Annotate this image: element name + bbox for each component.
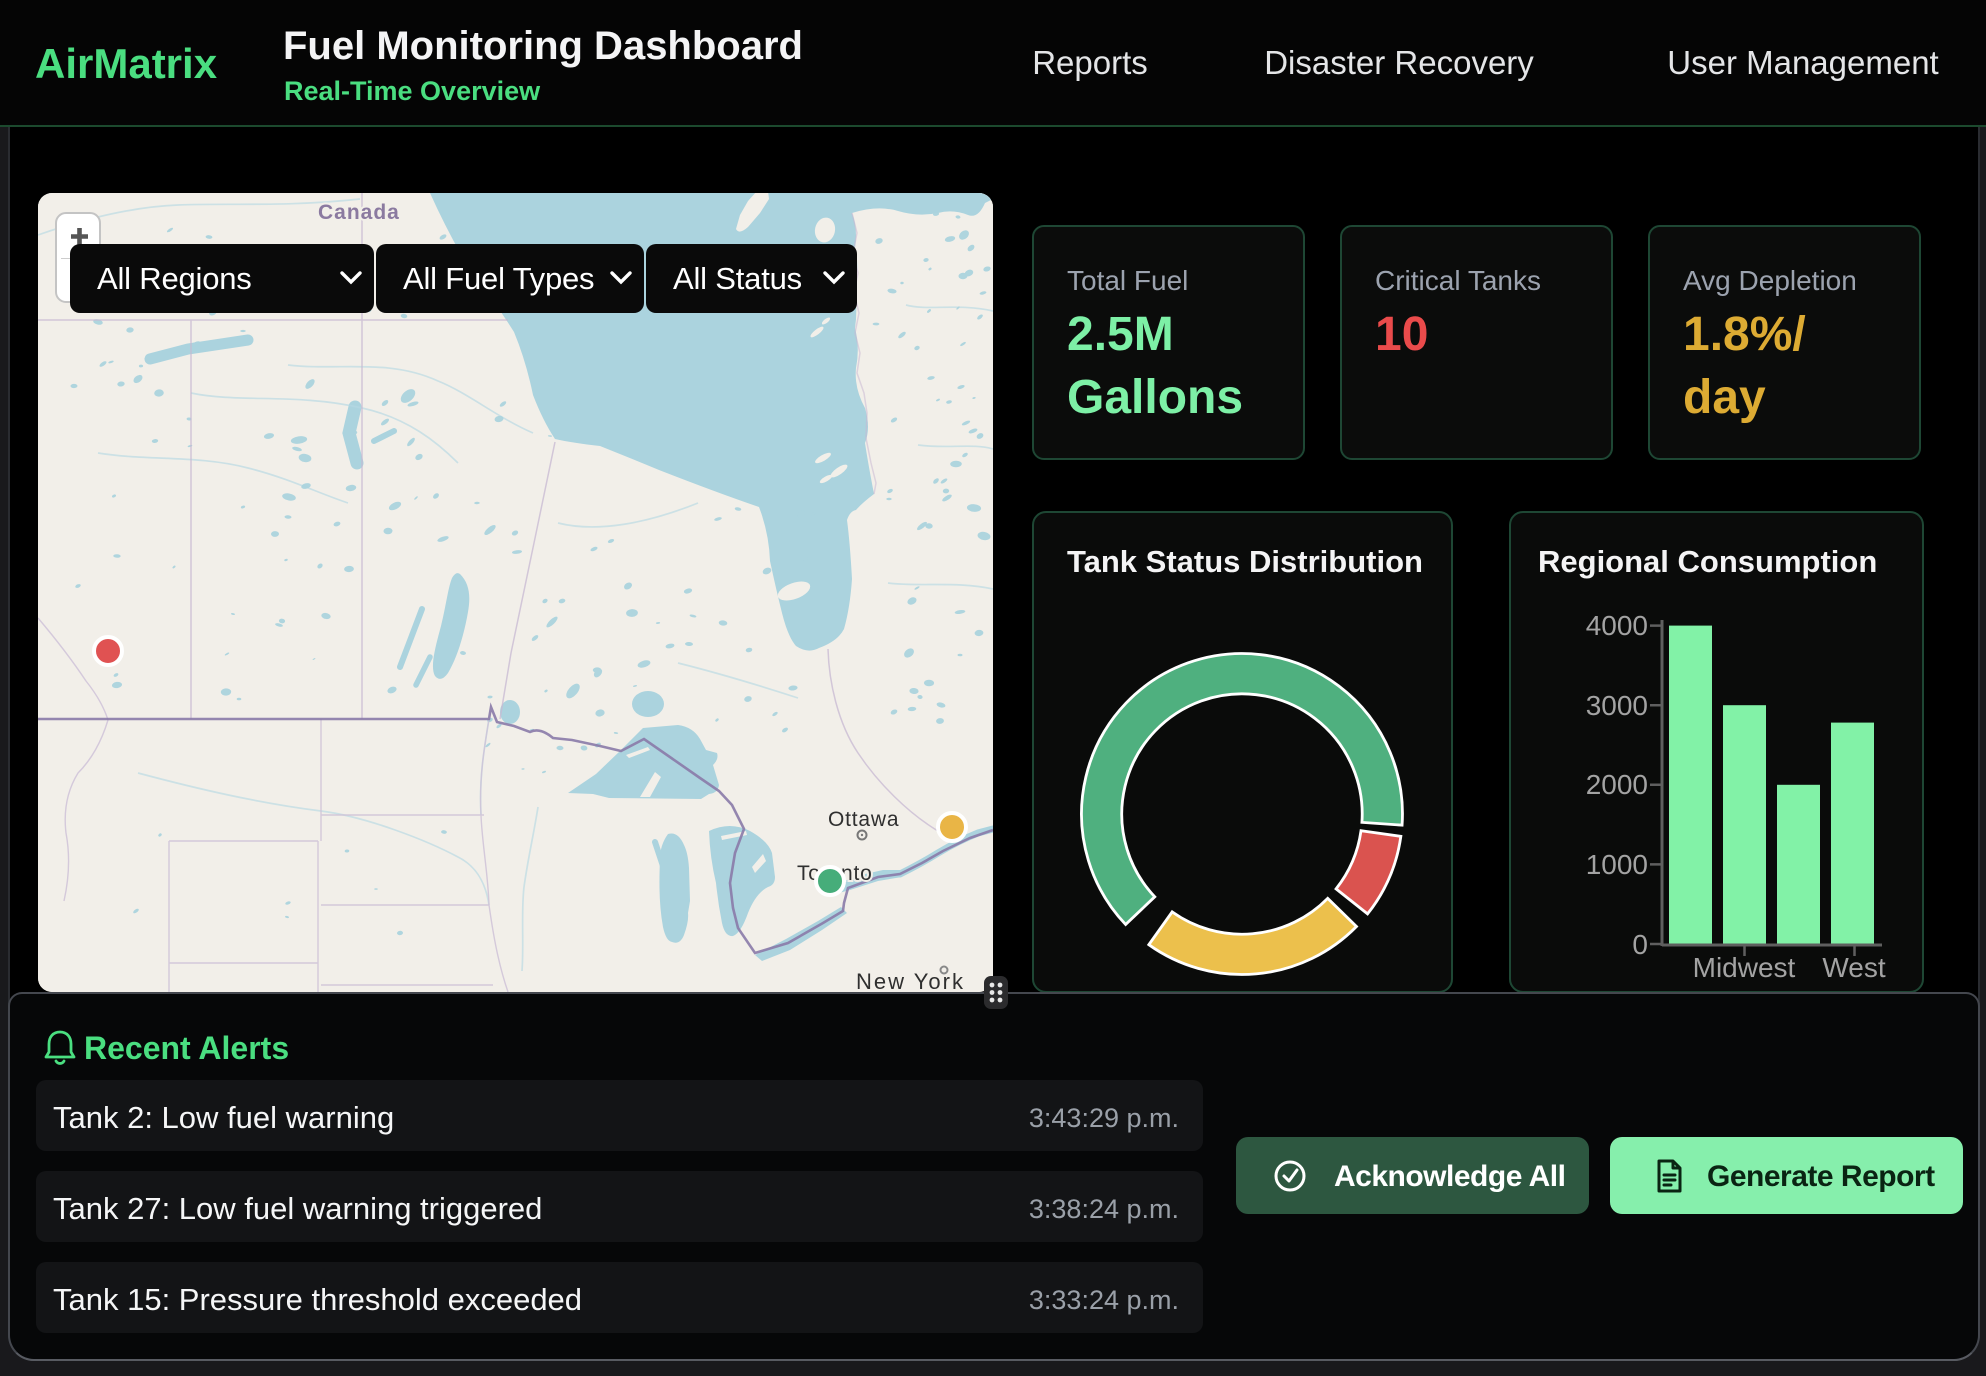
svg-text:0: 0 bbox=[1632, 929, 1648, 960]
svg-text:New York: New York bbox=[856, 969, 965, 992]
svg-text:4000: 4000 bbox=[1586, 610, 1648, 641]
svg-text:Ottawa: Ottawa bbox=[828, 808, 899, 831]
svg-text:Canada: Canada bbox=[318, 201, 400, 224]
svg-text:1000: 1000 bbox=[1586, 849, 1648, 880]
svg-text:3000: 3000 bbox=[1586, 690, 1648, 721]
svg-text:West: West bbox=[1822, 952, 1885, 983]
svg-text:2000: 2000 bbox=[1586, 769, 1648, 800]
svg-text:Midwest: Midwest bbox=[1693, 952, 1796, 983]
